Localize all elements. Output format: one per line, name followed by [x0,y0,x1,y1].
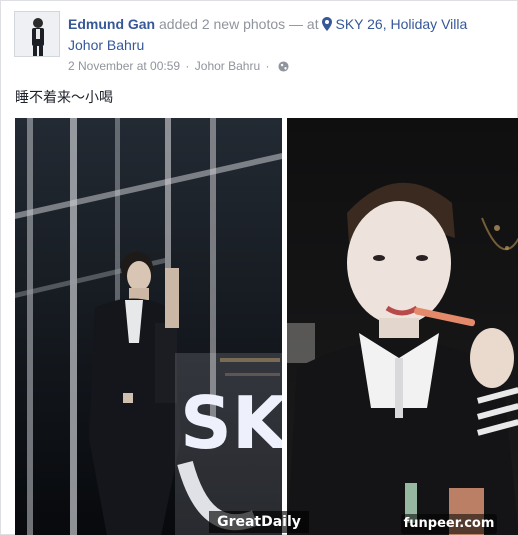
post-meta: 2 November at 00:59 · Johor Bahru · [68,58,289,74]
avatar[interactable] [14,11,60,57]
post-action: added 2 new photos [159,16,286,32]
feed-post: Edmund Gan added 2 new photos — at SKY 2… [0,0,518,535]
meta-separator: · [185,59,190,73]
photo-left[interactable]: SKY [15,118,282,535]
avatar-image [15,12,59,56]
meta-separator-2: · [265,59,270,73]
at-separator: — at [289,16,319,32]
place-city-link[interactable]: Johor Bahru [68,37,144,53]
post-text: 睡不着来～小喝 [15,90,113,106]
photo-left-image: SKY [15,118,282,535]
post-timestamp[interactable]: 2 November at 00:59 [68,59,180,73]
author-name[interactable]: Edmund Gan [68,16,155,32]
photo-right-image [287,118,518,535]
watermark-greatdaily: GreatDaily [209,511,309,533]
globe-icon[interactable] [278,61,289,72]
post-location[interactable]: Johor Bahru [195,59,260,73]
map-pin-icon [322,17,333,31]
post-header: Edmund Gan added 2 new photos — at SKY 2… [68,14,467,34]
sky-sign-text: SKY [180,381,282,465]
watermark-funpeer: funpeer.com [401,514,497,534]
place-link[interactable]: SKY 26, Holiday Villa [322,16,467,32]
post-header-line2: Johor Bahru [68,35,144,55]
place-name: SKY 26, Holiday Villa [335,16,468,32]
photo-right[interactable] [287,118,518,535]
